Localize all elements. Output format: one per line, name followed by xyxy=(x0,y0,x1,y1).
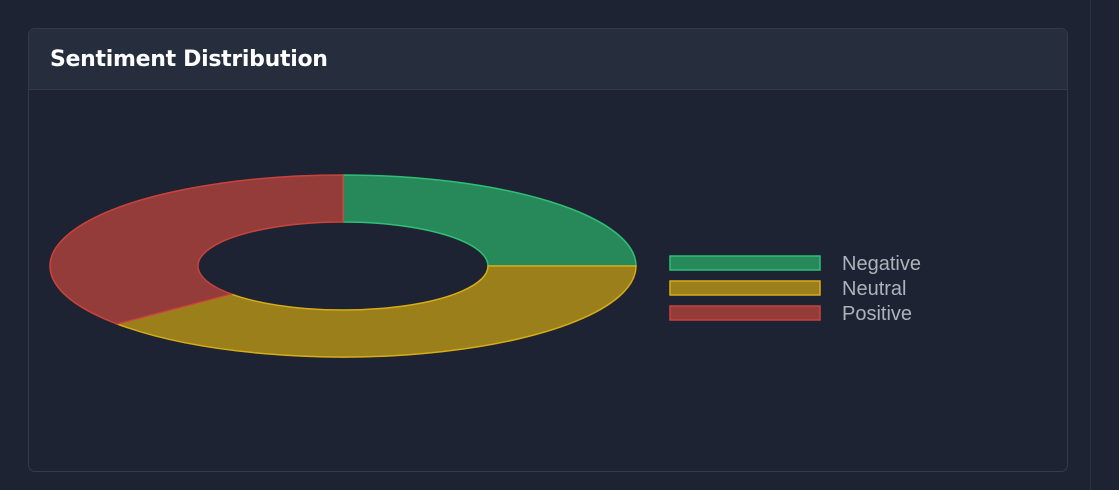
legend-swatch-neutral[interactable] xyxy=(669,280,821,296)
side-divider xyxy=(1090,0,1091,490)
slice-positive[interactable] xyxy=(49,174,344,325)
donut-slices xyxy=(49,174,637,358)
card-header: Sentiment Distribution xyxy=(29,29,1067,90)
chart-legend: Negative Neutral Positive xyxy=(669,253,921,325)
legend-swatch-positive[interactable] xyxy=(669,305,821,321)
legend-label-positive[interactable]: Positive xyxy=(842,303,912,325)
legend-label-negative[interactable]: Negative xyxy=(842,253,921,275)
sentiment-card: Sentiment Distribution Negative Neutral Po… xyxy=(28,28,1068,472)
legend-label-neutral[interactable]: Neutral xyxy=(842,278,906,300)
card-title: Sentiment Distribution xyxy=(50,46,328,72)
chart-area: Negative Neutral Positive xyxy=(29,90,1067,471)
legend-swatch-negative[interactable] xyxy=(669,255,821,271)
sentiment-donut-chart: Negative Neutral Positive xyxy=(49,174,921,358)
slice-negative[interactable] xyxy=(342,174,637,267)
